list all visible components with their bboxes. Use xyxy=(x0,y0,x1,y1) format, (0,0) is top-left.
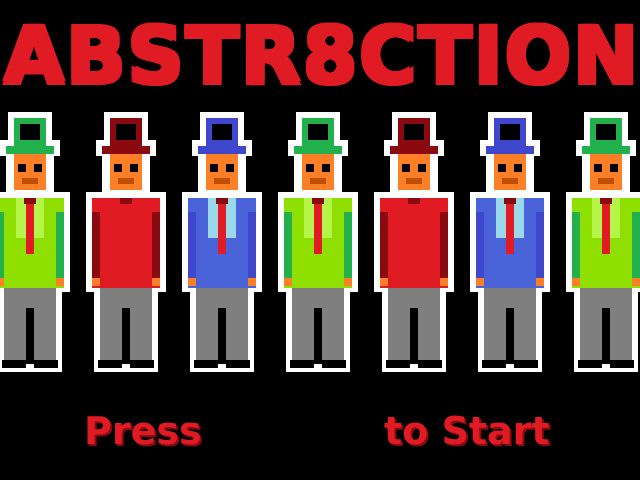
press-prompt-text: Press xyxy=(84,409,202,453)
character-lineup xyxy=(0,112,640,384)
blue-figure xyxy=(470,112,550,372)
to-start-prompt-text: to Start xyxy=(384,409,550,453)
game-title: ABSTR8CTION xyxy=(0,10,640,100)
character-lineup-graphic xyxy=(0,112,640,372)
game-title-text: ABSTR8CTION xyxy=(1,10,639,100)
red-figure xyxy=(86,112,166,372)
green-figure xyxy=(0,112,70,372)
green-figure xyxy=(278,112,358,372)
blue-figure xyxy=(182,112,262,372)
green-figure xyxy=(566,112,640,372)
red-figure xyxy=(374,112,454,372)
